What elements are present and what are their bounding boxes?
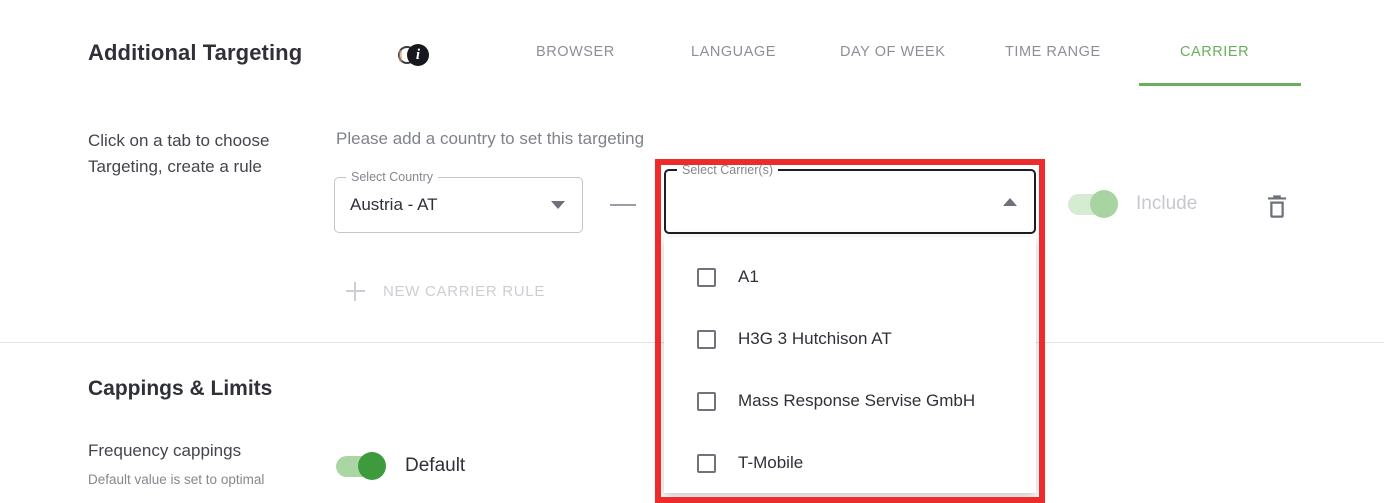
frequency-cappings-label: Frequency cappings [88,441,242,460]
page-header: Additional Targeting i BROWSER LANGUAGE … [0,0,1384,88]
default-toggle-label: Default [405,455,466,476]
tab-carrier[interactable]: CARRIER [1180,44,1249,60]
trash-icon [1268,195,1286,218]
default-toggle-knob [358,452,386,480]
carrier-option-label: H3G 3 Hutchison AT [738,329,892,348]
include-toggle[interactable] [1068,190,1120,218]
checkbox-unchecked-icon[interactable] [697,267,716,287]
chevron-down-icon[interactable] [551,201,565,209]
page-title: Additional Targeting [88,40,303,65]
carrier-option-label: Mass Response Servise GmbH [738,391,976,410]
carrier-option-label: A1 [738,267,759,286]
new-carrier-rule-button[interactable]: NEW CARRIER RULE [346,276,545,306]
plus-icon [346,281,365,301]
frequency-cappings-sublabel: Default value is set to optimal [88,472,265,487]
rule-separator-dash [610,204,636,206]
carrier-options-panel: A1 H3G 3 Hutchison AT Mass Response Serv… [664,237,1036,493]
default-toggle-group[interactable]: Default [336,452,465,480]
checkbox-unchecked-icon[interactable] [697,453,716,473]
carrier-option-t-mobile[interactable]: T-Mobile [664,439,1036,487]
carrier-option-a1[interactable]: A1 [664,253,1036,301]
tab-browser[interactable]: BROWSER [536,44,615,60]
delete-rule-button[interactable] [1262,190,1292,222]
include-toggle-group[interactable]: Include [1068,190,1197,218]
info-icon[interactable]: i [398,43,432,67]
tab-day-of-week[interactable]: DAY OF WEEK [840,44,945,60]
select-country-field[interactable]: Select Country Austria - AT [334,170,583,233]
select-country-legend: Select Country [346,170,438,184]
select-carrier-field[interactable]: Select Carrier(s) [664,163,1036,234]
carrier-option-h3g[interactable]: H3G 3 Hutchison AT [664,315,1036,363]
checkbox-unchecked-icon[interactable] [697,391,716,411]
select-carrier-legend: Select Carrier(s) [677,163,778,177]
include-toggle-knob [1090,190,1118,218]
targeting-hint-main: Please add a country to set this targeti… [336,129,645,148]
new-carrier-rule-label: NEW CARRIER RULE [383,282,546,300]
include-toggle-label: Include [1136,193,1198,214]
default-toggle[interactable] [336,452,388,480]
carrier-option-label: T-Mobile [738,453,804,472]
targeting-hint-left: Click on a tab to choose Targeting, crea… [88,131,270,176]
tab-time-range[interactable]: TIME RANGE [1005,44,1101,60]
tab-language[interactable]: LANGUAGE [691,44,776,60]
chevron-up-icon[interactable] [1003,197,1017,206]
checkbox-unchecked-icon[interactable] [697,329,716,349]
cappings-section-title: Cappings & Limits [88,377,273,400]
carrier-option-mass-response[interactable]: Mass Response Servise GmbH [664,377,1036,425]
select-country-value: Austria - AT [350,195,438,214]
active-tab-indicator [1139,83,1301,86]
info-icon-glyph: i [407,44,429,66]
